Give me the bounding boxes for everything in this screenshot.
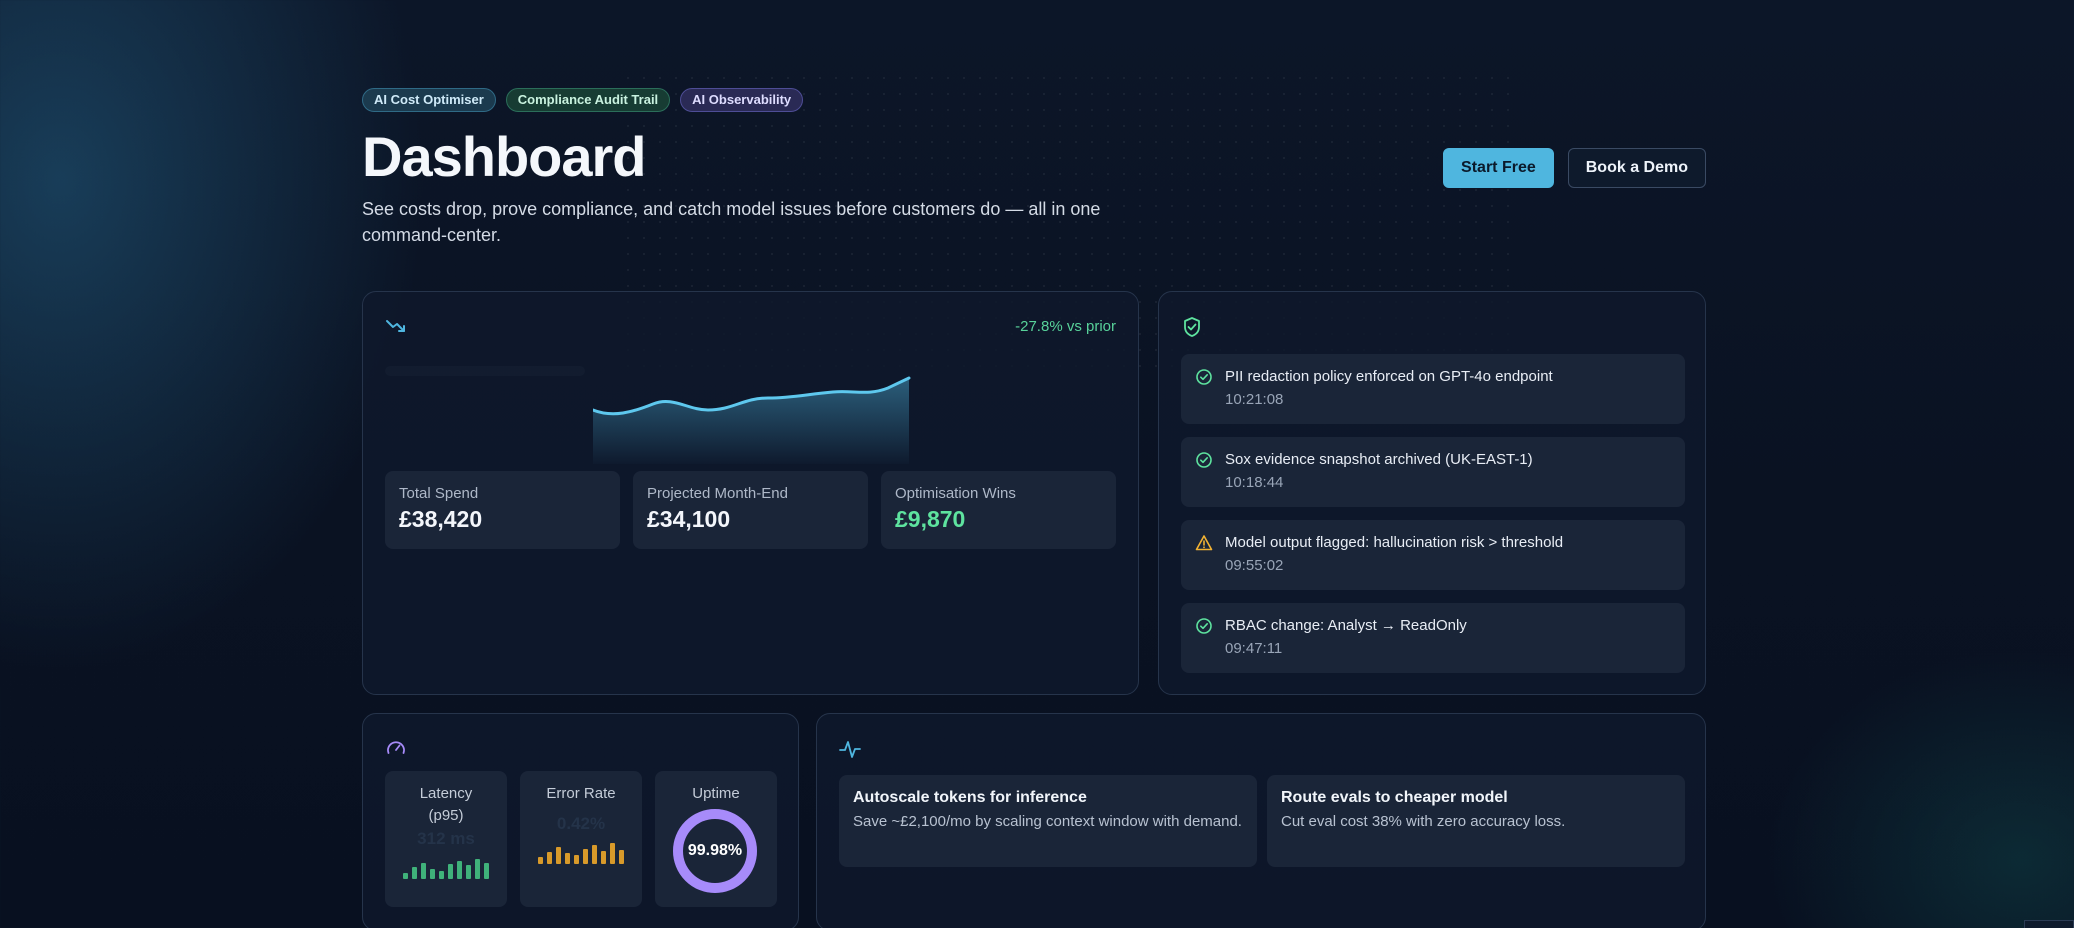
gauge-icon (387, 741, 405, 754)
recommendation-title: Route evals to cheaper model (1281, 789, 1508, 806)
book-demo-button[interactable]: Book a Demo (1567, 148, 1706, 188)
chip-observability[interactable]: AI Observability (680, 88, 804, 112)
error-bar (619, 850, 624, 864)
stat-label: Total Spend (399, 485, 479, 502)
latency-bar (475, 859, 480, 879)
latency-bar (448, 864, 453, 879)
event-text: PII redaction policy enforced on GPT-4o … (1225, 368, 1553, 385)
stat-value: £34,100 (647, 506, 731, 532)
stat-value: £9,870 (895, 506, 966, 532)
list-item[interactable]: Model output flagged: hallucination risk… (1181, 520, 1685, 590)
cost-card: -27.8% vs prior Total Spend £38,420 Proj… (362, 291, 1139, 695)
check-circle-icon (1196, 369, 1212, 385)
cost-stats: Total Spend £38,420 Projected Month-End … (385, 471, 1116, 549)
error-bar (556, 847, 561, 864)
uptime-value: 99.98% (687, 842, 743, 859)
warning-triangle-icon (1195, 535, 1213, 551)
audit-card: PII redaction policy enforced on GPT-4o … (1158, 291, 1706, 695)
event-time: 10:18:44 (1225, 474, 1284, 491)
event-time: 09:47:11 (1225, 640, 1283, 657)
recommendation-title: Autoscale tokens for inference (853, 789, 1087, 806)
latency-bar (466, 865, 471, 879)
shield-check-icon (1184, 317, 1200, 337)
recommendation-list: Autoscale tokens for inference Save ~£2,… (839, 775, 1685, 867)
metric-error-rate: Error Rate 0.42% (520, 771, 642, 907)
stat-projected-month-end: Projected Month-End £34,100 (633, 471, 868, 549)
event-text: Sox evidence snapshot archived (UK-EAST-… (1225, 451, 1533, 468)
latency-bar (484, 863, 489, 879)
event-time: 10:21:08 (1225, 391, 1284, 408)
trend-down-icon (386, 320, 405, 332)
audit-card-header (1181, 316, 1213, 338)
spend-sparkline (593, 376, 911, 464)
recommendations-card: Autoscale tokens for inference Save ~£2,… (816, 713, 1706, 928)
error-bar (538, 857, 543, 864)
cost-card-header (385, 316, 417, 338)
cta-group: Start Free Book a Demo (1443, 148, 1706, 188)
uptime-ring: 99.98% (671, 807, 759, 895)
error-bar (592, 845, 597, 864)
recommendation-desc: Save ~£2,100/mo by scaling context windo… (853, 813, 1242, 830)
metric-value: 0.42% (556, 814, 606, 833)
chart-legend-placeholder (385, 366, 585, 376)
list-item[interactable]: PII redaction policy enforced on GPT-4o … (1181, 354, 1685, 424)
latency-bar (439, 871, 444, 879)
page-subtitle: See costs drop, prove compliance, and ca… (362, 199, 1101, 245)
event-text: Model output flagged: hallucination risk… (1225, 534, 1564, 551)
latency-bar (403, 873, 408, 879)
latency-bar (421, 863, 426, 879)
observability-card: Latency (p95) 312 ms Error Rate 0.42% Up… (362, 713, 799, 928)
metric-label: Latency (p95) (419, 785, 473, 824)
chip-cost-optimiser[interactable]: AI Cost Optimiser (362, 88, 496, 112)
metric-latency: Latency (p95) 312 ms (385, 771, 507, 907)
list-item[interactable]: Sox evidence snapshot archived (UK-EAST-… (1181, 437, 1685, 507)
chip-compliance-audit[interactable]: Compliance Audit Trail (505, 88, 671, 112)
latency-bar (457, 861, 462, 879)
observability-metrics: Latency (p95) 312 ms Error Rate 0.42% Up… (385, 771, 777, 907)
list-item[interactable]: RBAC change: Analyst → ReadOnly 09:47:11 (1181, 603, 1685, 673)
start-free-button[interactable]: Start Free (1443, 148, 1554, 188)
stat-total-spend: Total Spend £38,420 (385, 471, 620, 549)
latency-bar (412, 867, 417, 879)
check-circle-icon (1196, 618, 1212, 634)
cost-delta: -27.8% vs prior (1015, 318, 1116, 335)
error-bar (547, 852, 552, 864)
recommendation-autoscale[interactable]: Autoscale tokens for inference Save ~£2,… (839, 775, 1257, 867)
stat-value: £38,420 (399, 506, 483, 532)
error-bar (610, 843, 615, 864)
metric-uptime: Uptime 99.98% (655, 771, 777, 907)
recommendation-route-evals[interactable]: Route evals to cheaper model Cut eval co… (1267, 775, 1685, 867)
page-title: Dashboard (362, 125, 646, 188)
stat-label: Projected Month-End (647, 485, 788, 502)
observability-card-header (385, 738, 417, 760)
stat-optimisation-wins: Optimisation Wins £9,870 (881, 471, 1116, 549)
metric-label: Uptime (692, 785, 740, 802)
error-bar (601, 851, 606, 864)
latency-bar (430, 869, 435, 879)
event-text: RBAC change: Analyst → ReadOnly (1225, 617, 1467, 634)
activity-pulse-icon (839, 741, 861, 758)
stat-label: Optimisation Wins (895, 485, 1016, 502)
recommendation-desc: Cut eval cost 38% with zero accuracy los… (1281, 813, 1566, 830)
check-circle-icon (1196, 452, 1212, 468)
metric-value: 312 ms (417, 829, 475, 848)
error-bar (583, 849, 588, 864)
latency-bars (385, 853, 507, 879)
error-rate-bars (520, 838, 642, 864)
error-bar (574, 855, 579, 864)
recommendations-card-header (839, 738, 871, 760)
event-time: 09:55:02 (1225, 557, 1284, 574)
corner-widget (2024, 920, 2074, 928)
error-bar (565, 853, 570, 864)
metric-label: Error Rate (546, 785, 616, 802)
feature-chips: AI Cost Optimiser Compliance Audit Trail… (362, 88, 804, 112)
audit-events: PII redaction policy enforced on GPT-4o … (1181, 354, 1685, 686)
